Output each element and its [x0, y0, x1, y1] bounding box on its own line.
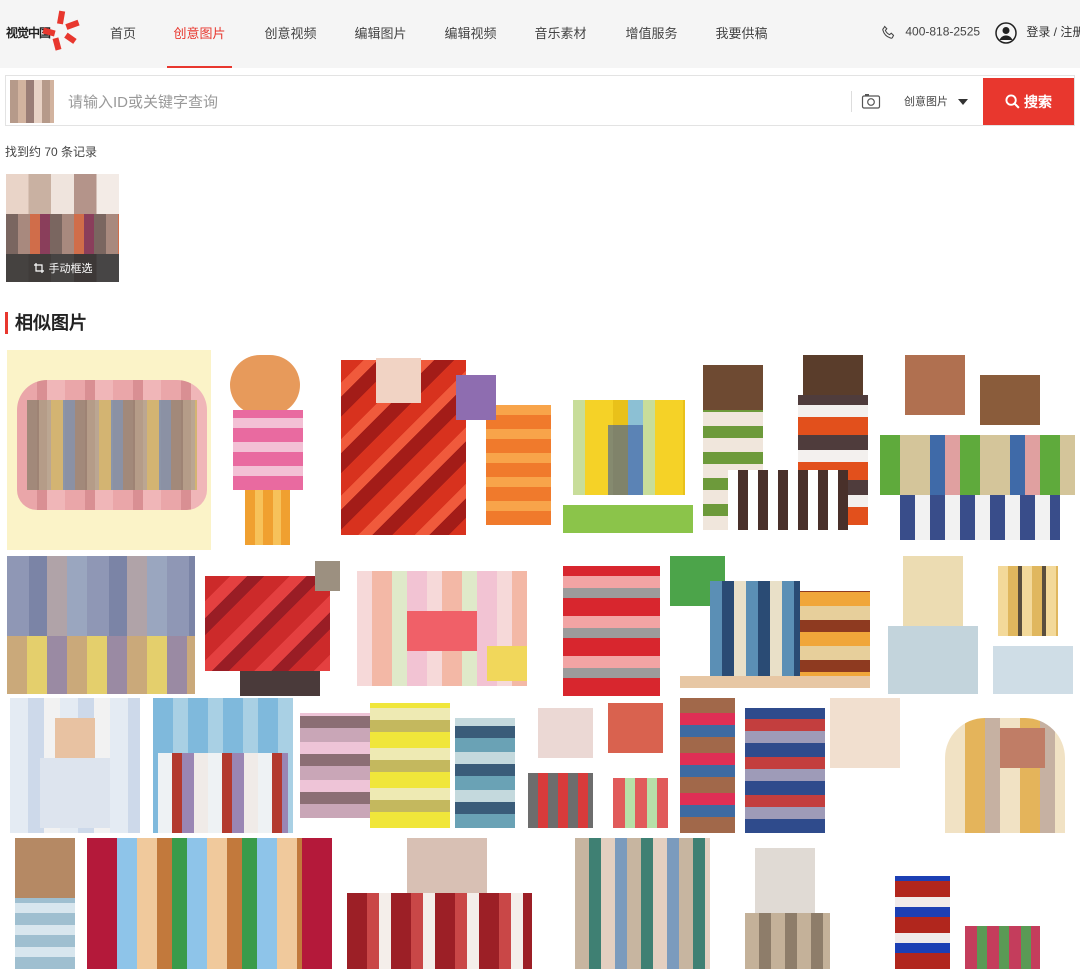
image-tile[interactable]	[915, 698, 1075, 838]
search-divider	[851, 91, 852, 112]
image-tile[interactable]	[563, 556, 660, 696]
image-tile[interactable]	[153, 698, 293, 833]
image-tile[interactable]	[888, 556, 1075, 694]
login-register-link[interactable]: 登录 / 注册	[995, 22, 1080, 44]
logo-mark-icon	[42, 10, 80, 51]
search-bar: 创意图片 搜索	[5, 75, 1075, 126]
image-tile[interactable]	[735, 838, 835, 969]
image-tile[interactable]	[205, 556, 340, 696]
phone-number: 400-818-2525	[905, 24, 981, 39]
search-input[interactable]	[66, 86, 830, 118]
image-tile[interactable]	[880, 350, 1075, 550]
image-tile[interactable]	[7, 350, 211, 550]
nav-value-added-label: 增值服务	[625, 26, 678, 41]
nav-editorial-video-label: 编辑视频	[444, 26, 497, 41]
nav-creative-video-label: 创意视频	[264, 26, 317, 41]
camera-icon[interactable]	[861, 92, 881, 110]
search-button-label: 搜索	[1024, 93, 1052, 110]
nav-editorial-video[interactable]: 编辑视频	[443, 0, 498, 68]
manual-select-button[interactable]: 手动框选	[6, 254, 119, 282]
nav-contribute[interactable]: 我要供稿	[714, 0, 769, 68]
image-tile[interactable]	[670, 556, 875, 691]
phone-icon	[882, 25, 895, 39]
crop-icon	[33, 263, 44, 273]
image-tile[interactable]	[565, 838, 715, 969]
nav-creative-images[interactable]: 创意图片	[167, 0, 232, 68]
similar-images-grid	[0, 346, 1080, 969]
nav-creative-images-label: 创意图片	[173, 26, 226, 41]
image-tile[interactable]	[10, 698, 140, 833]
image-tile[interactable]	[703, 350, 878, 550]
nav-editorial-images[interactable]: 编辑图片	[353, 0, 408, 68]
image-tile[interactable]	[336, 350, 551, 550]
image-tile[interactable]	[680, 698, 905, 838]
nav-home-label: 首页	[109, 26, 136, 41]
search-button[interactable]: 搜索	[983, 78, 1074, 125]
phone-contact[interactable]: 400-818-2525	[880, 24, 980, 41]
search-icon	[1005, 94, 1020, 109]
image-tile[interactable]	[10, 838, 80, 969]
image-tile[interactable]	[528, 698, 673, 833]
login-label: 登录 / 注册	[1026, 25, 1080, 40]
nav-contribute-label: 我要供稿	[715, 26, 768, 41]
image-tile[interactable]	[215, 350, 320, 550]
preview-image-content	[6, 214, 119, 254]
similar-images-heading: 相似图片	[5, 311, 87, 335]
search-type-dropdown[interactable]: 创意图片	[904, 93, 968, 109]
top-navigation-bar: 视觉中国 首页 创意图片 创意视频 编辑图片 编辑视频 音乐素材 增值服务 我要…	[0, 0, 1080, 68]
nav-value-added[interactable]: 增值服务	[624, 0, 679, 68]
image-tile[interactable]	[7, 556, 195, 694]
site-logo[interactable]: 视觉中国	[6, 9, 86, 55]
image-tile[interactable]	[347, 838, 532, 969]
query-image-preview[interactable]: 手动框选	[6, 174, 119, 282]
manual-select-label: 手动框选	[48, 263, 93, 275]
image-tile[interactable]	[295, 698, 520, 838]
image-tile[interactable]	[347, 556, 537, 686]
nav-creative-video[interactable]: 创意视频	[263, 0, 318, 68]
nav-editorial-images-label: 编辑图片	[354, 26, 407, 41]
image-tile[interactable]	[87, 838, 332, 969]
uploaded-image-thumbnail[interactable]	[10, 80, 54, 123]
chevron-down-icon	[958, 99, 968, 106]
image-tile[interactable]	[563, 380, 693, 535]
nav-home[interactable]: 首页	[108, 0, 138, 68]
nav-music[interactable]: 音乐素材	[533, 0, 588, 68]
search-type-label: 创意图片	[904, 96, 948, 108]
result-count: 找到约 70 条记录	[5, 145, 98, 159]
nav-music-label: 音乐素材	[534, 26, 587, 41]
image-tile[interactable]	[895, 866, 1045, 969]
user-icon	[995, 22, 1017, 44]
